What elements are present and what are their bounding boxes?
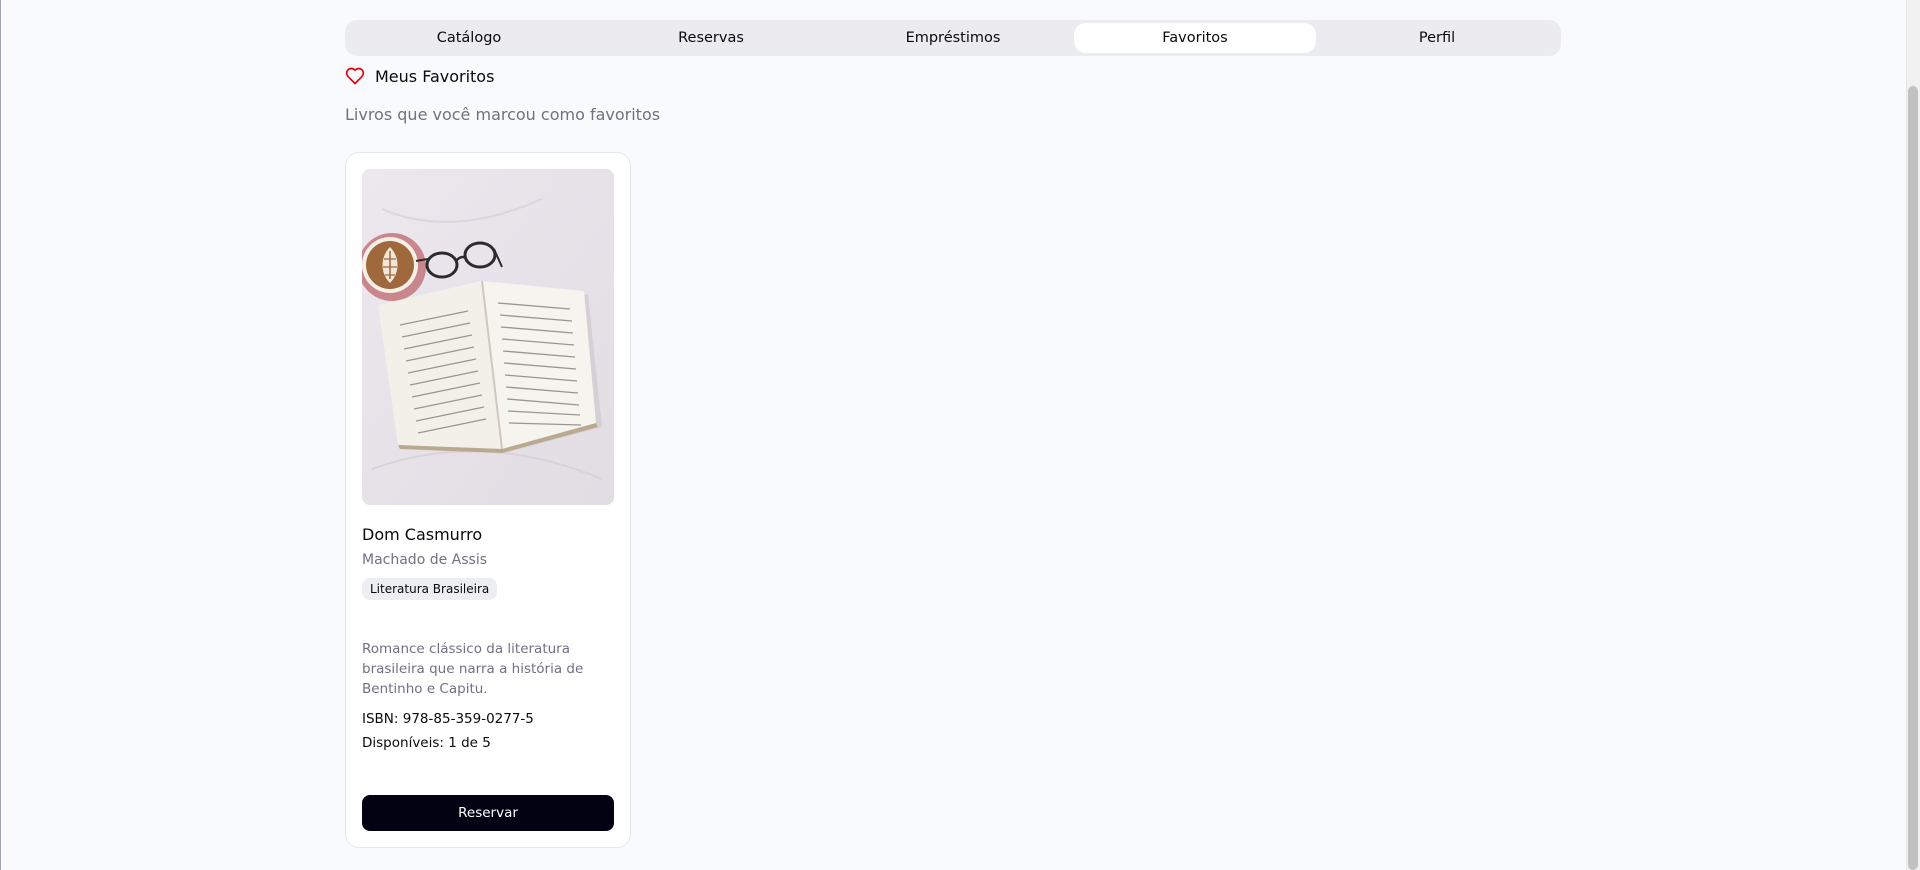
page-subtitle: Livros que você marcou como favoritos [345,105,661,124]
tab-catalogo[interactable]: Catálogo [348,23,590,53]
section-header: Meus Favoritos [345,64,494,88]
book-description: Romance clássico da literatura brasileir… [362,641,584,697]
scrollbar-thumb[interactable] [1908,86,1918,870]
tab-favoritos[interactable]: Favoritos [1074,23,1316,53]
tab-bar: Catálogo Reservas Empréstimos Favoritos … [345,20,1561,56]
book-author: Machado de Assis [362,552,488,568]
window-edge [0,0,1,870]
book-cover-image [362,169,614,505]
tab-perfil[interactable]: Perfil [1316,23,1558,53]
tab-emprestimos[interactable]: Empréstimos [832,23,1074,53]
book-availability: Disponíveis: 1 de 5 [362,735,491,751]
page-title: Meus Favoritos [375,66,495,86]
book-isbn: ISBN: 978-85-359-0277-5 [362,711,534,727]
tab-reservas[interactable]: Reservas [590,23,832,53]
heart-icon [345,66,365,86]
page-scrollbar[interactable] [1906,0,1920,870]
book-card: Dom Casmurro Machado de Assis Literatura… [345,152,631,848]
reserve-button[interactable]: Reservar [362,795,614,831]
book-title: Dom Casmurro [362,525,483,544]
category-badge: Literatura Brasileira [362,578,498,600]
